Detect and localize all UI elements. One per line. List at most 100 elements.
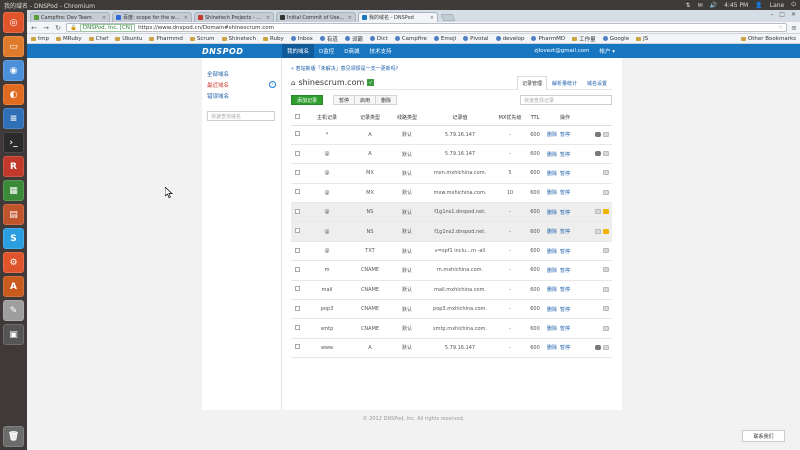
host-cell[interactable]: *: [303, 125, 351, 145]
bookmark-item[interactable]: Emoji: [433, 36, 456, 42]
select-all-checkbox[interactable]: [294, 114, 300, 120]
bulk-action-button[interactable]: 启用: [355, 95, 377, 105]
dash-icon[interactable]: ◎: [3, 12, 24, 33]
clock[interactable]: 4:45 PM: [724, 2, 748, 9]
host-cell[interactable]: @: [303, 183, 351, 204]
delete-link[interactable]: 删除: [547, 307, 557, 313]
record-tab[interactable]: 记录管理: [516, 75, 547, 90]
delete-link[interactable]: 删除: [547, 287, 557, 293]
host-cell[interactable]: www: [303, 338, 351, 359]
note-icon[interactable]: [603, 151, 609, 157]
bookmark-item[interactable]: 词霸: [344, 35, 363, 43]
account-menu[interactable]: 帐户 ▾: [599, 47, 615, 55]
tab-close-icon[interactable]: ×: [430, 15, 434, 21]
url-text[interactable]: https://www.dnspod.cn/Domain#shinescrum.…: [138, 25, 274, 31]
pause-link[interactable]: 暂停: [560, 229, 570, 235]
browser-tab[interactable]: Campfire: Dev Team ×: [30, 12, 110, 22]
delete-link[interactable]: 删除: [547, 210, 557, 216]
forward-icon[interactable]: →: [42, 24, 50, 32]
note-icon[interactable]: [603, 286, 609, 292]
back-icon[interactable]: ←: [30, 24, 38, 32]
row-checkbox[interactable]: [294, 305, 300, 311]
bookmark-item[interactable]: Scrum: [189, 36, 215, 42]
network-icon[interactable]: ⇅: [686, 2, 691, 9]
star-icon[interactable]: ☆: [778, 25, 783, 31]
note-icon[interactable]: [603, 131, 609, 137]
note-icon[interactable]: [603, 170, 609, 176]
writer-icon[interactable]: ≡: [3, 108, 24, 129]
pause-link[interactable]: 暂停: [560, 307, 570, 313]
tab-close-icon[interactable]: ×: [184, 15, 188, 21]
settings-icon[interactable]: ⚙: [3, 252, 24, 273]
pause-link[interactable]: 暂停: [560, 345, 570, 351]
maximize-icon[interactable]: □: [779, 11, 785, 18]
lock-icon[interactable]: [603, 209, 609, 215]
bulk-action-button[interactable]: 删除: [376, 95, 398, 105]
delete-link[interactable]: 删除: [547, 132, 557, 138]
bookmark-item[interactable]: 工作量: [572, 35, 596, 43]
bookmark-item[interactable]: Campfire: [394, 36, 427, 42]
pause-link[interactable]: 暂停: [560, 326, 570, 332]
row-checkbox[interactable]: [294, 131, 300, 137]
power-icon[interactable]: ⏻: [791, 1, 796, 9]
impress-icon[interactable]: ▤: [3, 204, 24, 225]
value-cell[interactable]: mxn.mxhichina.com.: [425, 163, 495, 184]
value-cell[interactable]: m.mxhichina.com.: [425, 260, 495, 281]
ev-certificate-label[interactable]: DNSPod, Inc. [CN]: [79, 23, 136, 32]
record-tab[interactable]: 域名设置: [582, 76, 612, 90]
delete-link[interactable]: 删除: [547, 268, 557, 274]
calc-icon[interactable]: ▦: [3, 180, 24, 201]
skype-icon[interactable]: S: [3, 228, 24, 249]
delete-link[interactable]: 删除: [547, 229, 557, 235]
close-icon[interactable]: ✕: [791, 11, 796, 18]
sidebar-link[interactable]: 全部域名: [207, 68, 276, 79]
trash-icon[interactable]: 🗑: [3, 426, 24, 447]
bookmark-item[interactable]: Chef: [88, 36, 108, 42]
bookmark-item[interactable]: Shinetech: [221, 36, 256, 42]
host-cell[interactable]: @: [303, 144, 351, 165]
browser-tab[interactable]: Shinetech Projects - Pivotal×: [194, 12, 274, 22]
pause-link[interactable]: 暂停: [560, 171, 570, 177]
record-search-input[interactable]: 快速查找记录: [520, 95, 612, 105]
bookmark-item[interactable]: develop: [495, 36, 524, 42]
comment-icon[interactable]: [595, 131, 601, 137]
bookmark-item[interactable]: PharmMD: [531, 36, 565, 42]
chromium-icon[interactable]: ◉: [3, 60, 24, 81]
row-checkbox[interactable]: [294, 247, 300, 253]
nav-item[interactable]: D商城: [339, 44, 364, 58]
bulk-action-button[interactable]: 暂停: [333, 95, 356, 105]
value-cell[interactable]: f1g1ns1.dnspod.net.: [425, 202, 495, 223]
bookmark-item[interactable]: Google: [602, 36, 629, 42]
tab-close-icon[interactable]: ×: [266, 15, 270, 21]
info-icon[interactable]: ›: [269, 81, 276, 88]
host-cell[interactable]: @: [303, 163, 351, 184]
value-cell[interactable]: smtp.mxhichina.com.: [425, 318, 495, 339]
value-cell[interactable]: v=spf1 inclu…m -all: [425, 241, 495, 262]
browser-tab[interactable]: 百度: scope for the website×: [112, 12, 192, 22]
dnspod-logo[interactable]: DNSPOD: [202, 44, 282, 58]
nav-item[interactable]: D监控: [314, 44, 339, 58]
tab-close-icon[interactable]: ×: [102, 15, 106, 21]
row-checkbox[interactable]: [294, 325, 300, 331]
software-center-icon[interactable]: A: [3, 276, 24, 297]
comment-icon[interactable]: [595, 151, 601, 157]
value-cell[interactable]: 5.79.16.147: [425, 338, 495, 359]
delete-link[interactable]: 删除: [547, 326, 557, 332]
notice-link[interactable]: « 若站新版「未解决」意见领馈是一支一更新吗?: [291, 63, 612, 73]
delete-link[interactable]: 删除: [547, 190, 557, 196]
reload-icon[interactable]: ↻: [54, 24, 62, 32]
bookmark-item[interactable]: MRuby: [56, 36, 82, 42]
note-icon[interactable]: [603, 189, 609, 195]
pause-link[interactable]: 暂停: [560, 210, 570, 216]
contact-us-button[interactable]: 联系我们: [742, 430, 785, 442]
bookmark-item[interactable]: JS: [636, 36, 648, 42]
new-tab-button[interactable]: [440, 14, 456, 21]
delete-link[interactable]: 删除: [547, 152, 557, 158]
record-tab[interactable]: 解析量统计: [547, 76, 582, 90]
minimize-icon[interactable]: –: [770, 11, 773, 18]
bookmark-item[interactable]: Dict: [369, 36, 388, 42]
user-name[interactable]: Lane: [770, 2, 785, 9]
pause-link[interactable]: 暂停: [560, 249, 570, 255]
files-icon[interactable]: ▭: [3, 36, 24, 57]
bookmark-item[interactable]: Ruby: [262, 36, 284, 42]
